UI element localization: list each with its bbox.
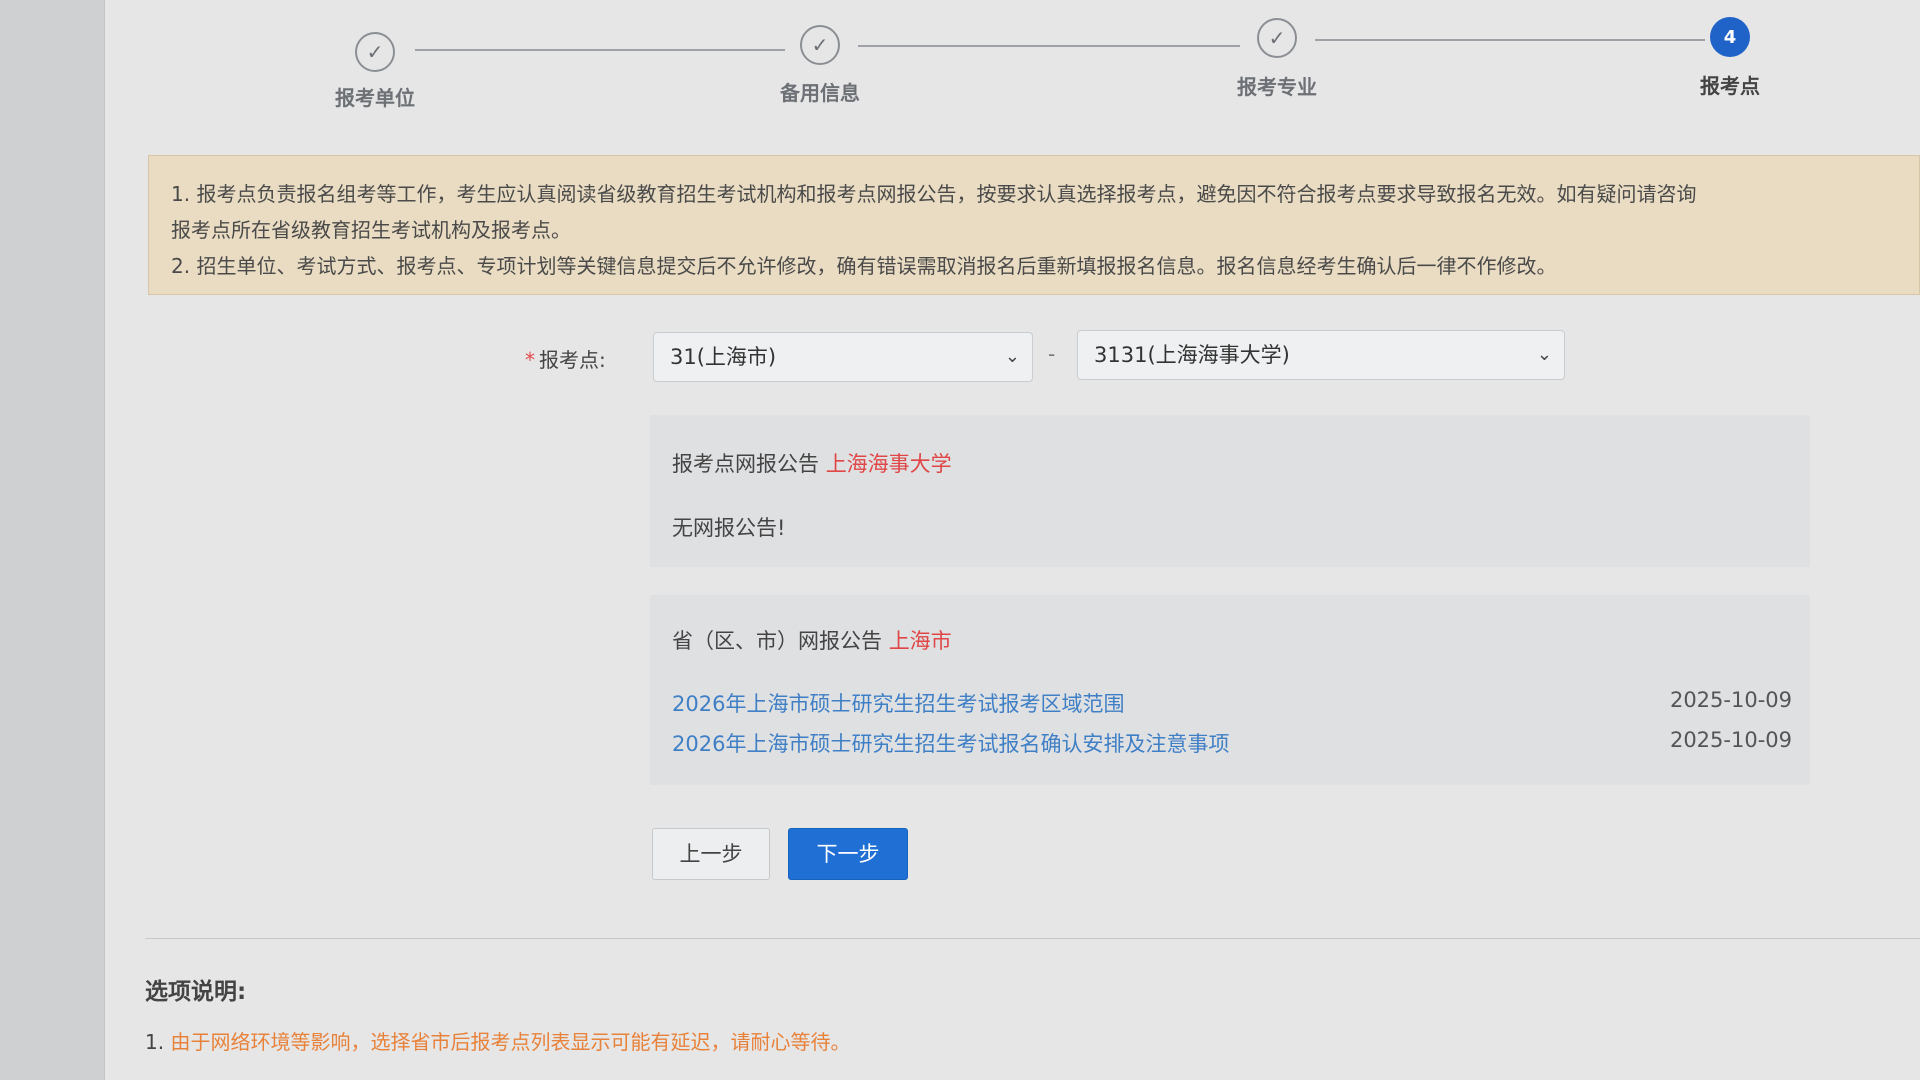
main-page: ✓ 报考单位 ✓ 备用信息 ✓ 报考专业 4 报考点 1. 报考点负责报名组考等…: [105, 0, 1920, 1080]
province-name: 上海市: [888, 629, 952, 653]
chevron-down-icon: ⌄: [1536, 344, 1552, 365]
notice-box: 1. 报考点负责报名组考等工作，考生应认真阅读省级教育招生考试机构和报考点网报公…: [148, 155, 1920, 295]
site-announcement-heading: 报考点网报公告: [672, 452, 819, 476]
site-announcement-panel: 报考点网报公告 上海海事大学 无网报公告!: [650, 415, 1810, 567]
options-line-text: 由于网络环境等影响，: [170, 1030, 371, 1054]
announcement-link[interactable]: 2026年上海市硕士研究生招生考试报考区域范围: [672, 692, 1124, 716]
exam-site-label: * 报考点:: [525, 344, 606, 373]
step-1: ✓ 报考单位: [285, 0, 465, 120]
check-icon: ✓: [355, 32, 395, 72]
no-announcement-text: 无网报公告!: [672, 516, 786, 540]
options-line: 1. 由于网络环境等影响，选择省市后报考点列表显示可能有延迟，请耐心等待。: [145, 1026, 850, 1055]
announcement-date: 2025-10-09: [1669, 728, 1792, 752]
province-select[interactable]: 31(上海市) ⌄: [653, 332, 1033, 382]
select-separator: -: [1048, 342, 1056, 366]
options-line-text: 请耐心等待。: [730, 1030, 851, 1054]
exam-site-select-value: 3131(上海海事大学): [1094, 343, 1290, 367]
province-announcement-heading: 省（区、市）网报公告: [672, 629, 882, 653]
check-icon: ✓: [800, 25, 840, 65]
progress-stepper: ✓ 报考单位 ✓ 备用信息 ✓ 报考专业 4 报考点: [105, 0, 1920, 130]
options-line-text: 选择省市后报考点列表显示可能有延迟，: [370, 1030, 731, 1054]
step-label: 报考单位: [335, 86, 415, 110]
step-connector: [858, 45, 1240, 47]
site-announcement-title: 报考点网报公告 上海海事大学: [672, 448, 952, 478]
next-step-button[interactable]: 下一步: [788, 828, 908, 880]
check-icon: ✓: [1257, 18, 1297, 58]
step-2: ✓ 备用信息: [730, 0, 910, 120]
left-rail: [0, 0, 105, 1080]
notice-line: 2. 招生单位、考试方式、报考点、专项计划等关键信息提交后不允许修改，确有错误需…: [171, 254, 1557, 278]
announcement-date: 2025-10-09: [1669, 688, 1792, 712]
chevron-down-icon: ⌄: [1004, 346, 1020, 367]
exam-site-row: * 报考点: 31(上海市) ⌄ - 3131(上海海事大学) ⌄: [105, 330, 1920, 386]
notice-line: 1. 报考点负责报名组考等工作，考生应认真阅读省级教育招生考试机构和报考点网报公…: [171, 182, 1697, 206]
province-select-value: 31(上海市): [670, 345, 777, 369]
announcement-row: 2026年上海市硕士研究生招生考试报考区域范围 2025-10-09: [672, 688, 1792, 722]
options-line-number: 1.: [145, 1030, 165, 1054]
step-label: 报考专业: [1237, 75, 1317, 99]
announcement-row: 2026年上海市硕士研究生招生考试报名确认安排及注意事项 2025-10-09: [672, 728, 1792, 762]
options-title: 选项说明:: [145, 979, 247, 1005]
site-name: 上海海事大学: [825, 452, 952, 476]
prev-step-button[interactable]: 上一步: [652, 828, 770, 880]
step-label: 备用信息: [780, 81, 860, 105]
notice-line: 报考点所在省级教育招生考试机构及报考点。: [171, 218, 571, 242]
step-number-badge: 4: [1710, 17, 1750, 57]
announcement-link[interactable]: 2026年上海市硕士研究生招生考试报名确认安排及注意事项: [672, 732, 1229, 756]
required-mark: *: [525, 348, 535, 372]
exam-site-label-text: 报考点:: [539, 348, 606, 372]
step-4: 4 报考点: [1640, 0, 1820, 120]
province-announcement-panel: 省（区、市）网报公告 上海市 2026年上海市硕士研究生招生考试报考区域范围 2…: [650, 595, 1810, 785]
step-3: ✓ 报考专业: [1187, 0, 1367, 120]
divider: [145, 938, 1920, 939]
province-announcement-title: 省（区、市）网报公告 上海市: [672, 625, 952, 655]
exam-site-select[interactable]: 3131(上海海事大学) ⌄: [1077, 330, 1565, 380]
step-label: 报考点: [1700, 74, 1760, 98]
